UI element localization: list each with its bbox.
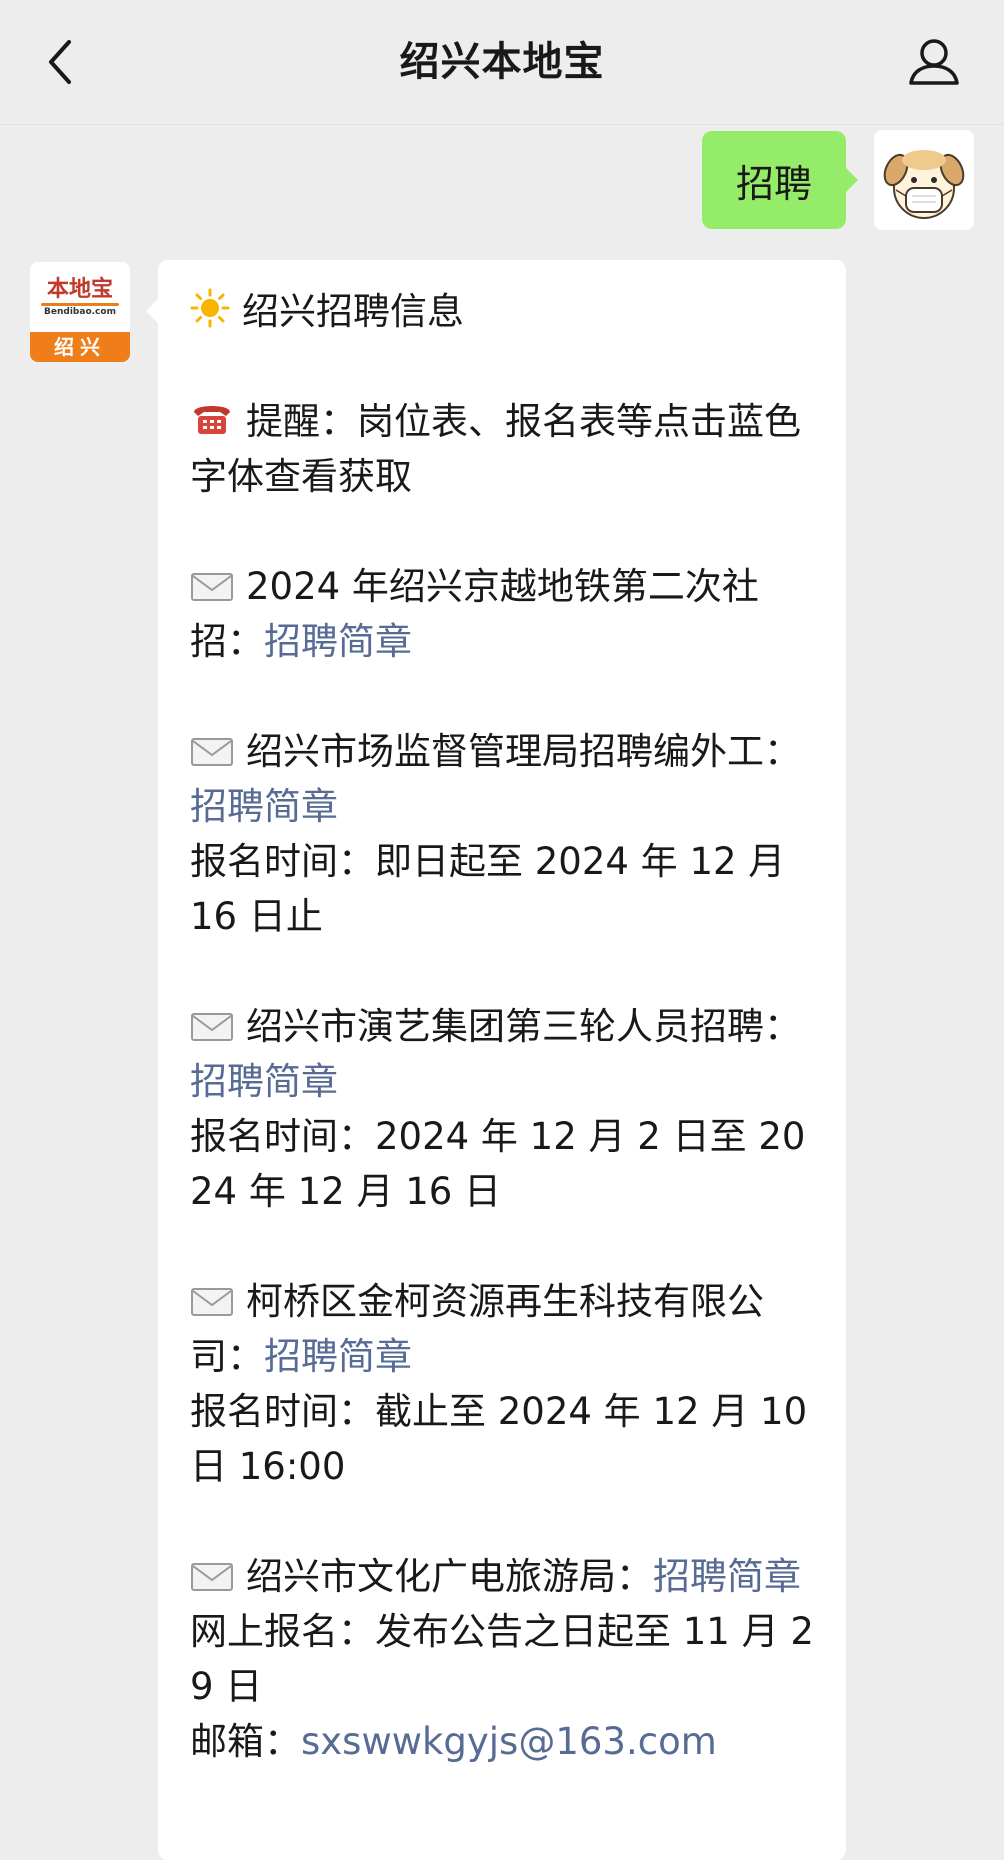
envelope-icon [191,1013,233,1041]
job-detail: 网上报名：发布公告之日起至 11 月 29 日 [190,1610,814,1708]
job-detail: 报名时间：截止至 2024 年 12 月 10 日 16:00 [190,1390,808,1488]
user-avatar[interactable] [874,130,974,230]
chat-info-button[interactable] [902,32,966,92]
job-item: 绍兴市文化广电旅游局：招聘简章 网上报名：发布公告之日起至 11 月 29 日 … [190,1549,820,1769]
person-icon [909,39,959,85]
email-link[interactable]: sxswwkgyjs@163.com [301,1720,717,1763]
chat-title: 绍兴本地宝 [399,39,605,85]
reminder-paragraph: 提醒：岗位表、报名表等点击蓝色字体查看获取 [190,394,820,504]
bendibao-avatar[interactable]: 本地宝 Bendibao.com 绍兴 [30,262,130,362]
email-label: 邮箱： [190,1720,301,1763]
job-brochure-link[interactable]: 招聘简章 [653,1555,801,1598]
sun-icon [190,288,230,328]
job-detail: 报名时间：即日起至 2024 年 12 月 16 日止 [190,840,786,938]
avatar-city-label: 绍兴 [30,332,130,362]
incoming-message-bubble[interactable]: 绍兴招聘信息 提醒：岗位表、报名表等点击蓝色字体查看获取 2024 年绍兴京越地… [146,260,846,1860]
job-item: 绍兴市场监督管理局招聘编外工： 招聘简章 报名时间：即日起至 2024 年 12 … [190,724,820,944]
job-title: 绍兴市文化广电旅游局： [246,1555,653,1598]
envelope-icon [191,1288,233,1316]
envelope-icon [191,573,233,601]
email-line: 邮箱：sxswwkgyjs@163.com [190,1714,820,1769]
envelope-icon [191,1563,233,1591]
puppy-with-mask-icon [883,150,965,219]
top-navigation-bar: 绍兴本地宝 [0,0,1004,125]
outgoing-message-bubble[interactable]: 招聘 [702,131,858,229]
job-item: 绍兴市演艺集团第三轮人员招聘： 招聘简章 报名时间：2024 年 12 月 2 日… [190,999,820,1219]
job-brochure-link[interactable]: 招聘简章 [190,785,338,828]
message-body: 绍兴招聘信息 提醒：岗位表、报名表等点击蓝色字体查看获取 2024 年绍兴京越地… [190,284,820,1769]
avatar-logo-domain: Bendibao.com [44,306,116,317]
job-item: 柯桥区金柯资源再生科技有限公司：招聘简章 报名时间：截止至 2024 年 12 … [190,1274,820,1494]
message-heading-line: 绍兴招聘信息 [190,284,820,339]
envelope-icon [191,738,233,766]
job-brochure-link[interactable]: 招聘简章 [264,1335,412,1378]
job-title: 绍兴市场监督管理局招聘编外工： [246,730,801,773]
avatar-logo-text: 本地宝 [46,275,113,302]
job-item: 2024 年绍兴京越地铁第二次社招：招聘简章 [190,559,820,669]
message-heading: 绍兴招聘信息 [242,290,464,333]
job-detail: 报名时间：2024 年 12 月 2 日至 2024 年 12 月 16 日 [190,1115,806,1213]
outgoing-message-text: 招聘 [735,161,812,206]
reminder-text: 提醒：岗位表、报名表等点击蓝色字体查看获取 [190,400,801,498]
job-title: 绍兴市演艺集团第三轮人员招聘： [246,1005,801,1048]
job-brochure-link[interactable]: 招聘简章 [190,1060,338,1103]
job-brochure-link[interactable]: 招聘简章 [264,620,412,663]
telephone-icon [194,406,230,434]
